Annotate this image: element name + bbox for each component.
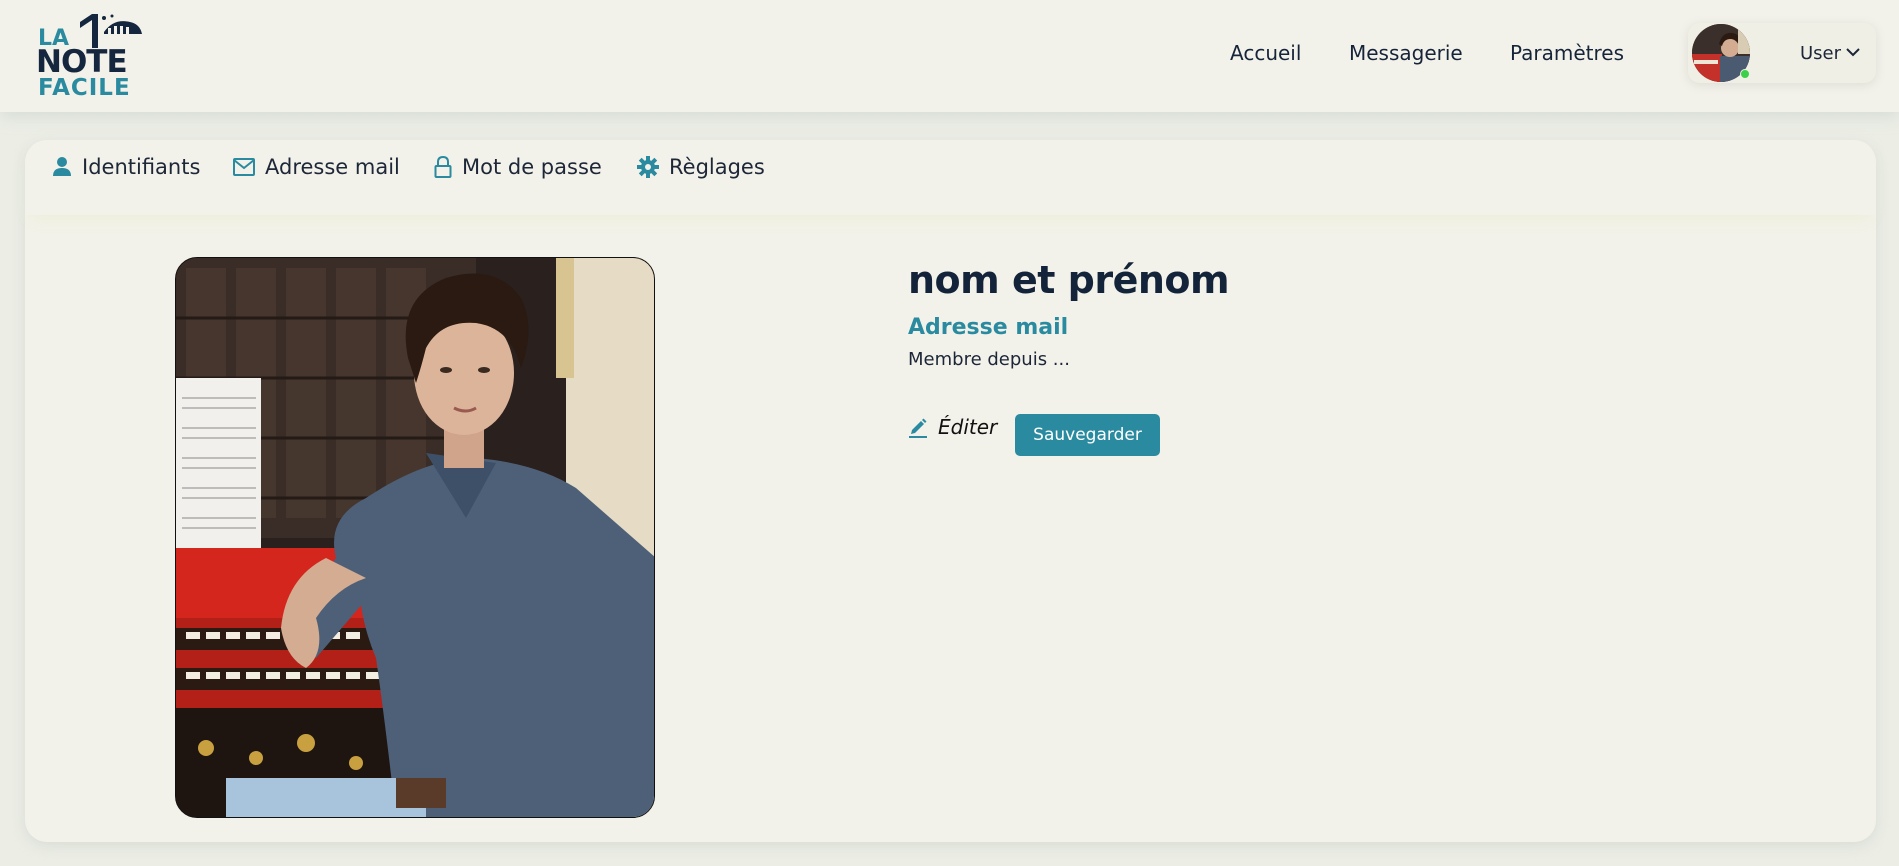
edit-button[interactable]: Éditer [908, 415, 997, 439]
top-header: LA NOTE FACILE Accueil Messagerie Paramè… [0, 0, 1899, 112]
tab-label: Mot de passe [462, 155, 602, 179]
nav-link-accueil[interactable]: Accueil [1230, 41, 1301, 65]
member-since-text: Membre depuis ... [908, 349, 1070, 370]
tab-identifiants[interactable]: Identifiants [52, 152, 200, 182]
profile-photo [175, 257, 655, 818]
logo-text-facile: FACILE [38, 75, 131, 101]
pencil-icon [909, 418, 927, 438]
online-status-dot [1740, 69, 1750, 79]
profile-name: nom et prénom [908, 258, 1230, 302]
mail-icon [233, 158, 255, 176]
save-button[interactable]: Sauvegarder [1015, 414, 1160, 456]
tab-mot-de-passe[interactable]: Mot de passe [434, 152, 602, 182]
gear-icon [637, 156, 659, 178]
nav-link-parametres[interactable]: Paramètres [1510, 41, 1624, 65]
tab-label: Adresse mail [265, 155, 400, 179]
tab-adresse-mail[interactable]: Adresse mail [233, 152, 400, 182]
settings-tabs: Identifiants Adresse mail Mot de passe R… [25, 140, 1876, 215]
user-name-label: User [1800, 43, 1842, 64]
nav-link-messagerie[interactable]: Messagerie [1349, 41, 1463, 65]
profile-email: Adresse mail [908, 315, 1069, 340]
tab-label: Règlages [669, 155, 765, 179]
edit-label: Éditer [938, 415, 998, 439]
lock-icon [434, 156, 452, 178]
tab-reglages[interactable]: Règlages [637, 152, 765, 182]
user-menu-button[interactable]: User [1688, 23, 1876, 83]
tab-label: Identifiants [82, 155, 201, 179]
site-logo[interactable]: LA NOTE FACILE [36, 12, 146, 101]
profile-card: Identifiants Adresse mail Mot de passe R… [25, 140, 1876, 842]
person-icon [53, 157, 71, 176]
chevron-down-icon [1846, 48, 1860, 57]
